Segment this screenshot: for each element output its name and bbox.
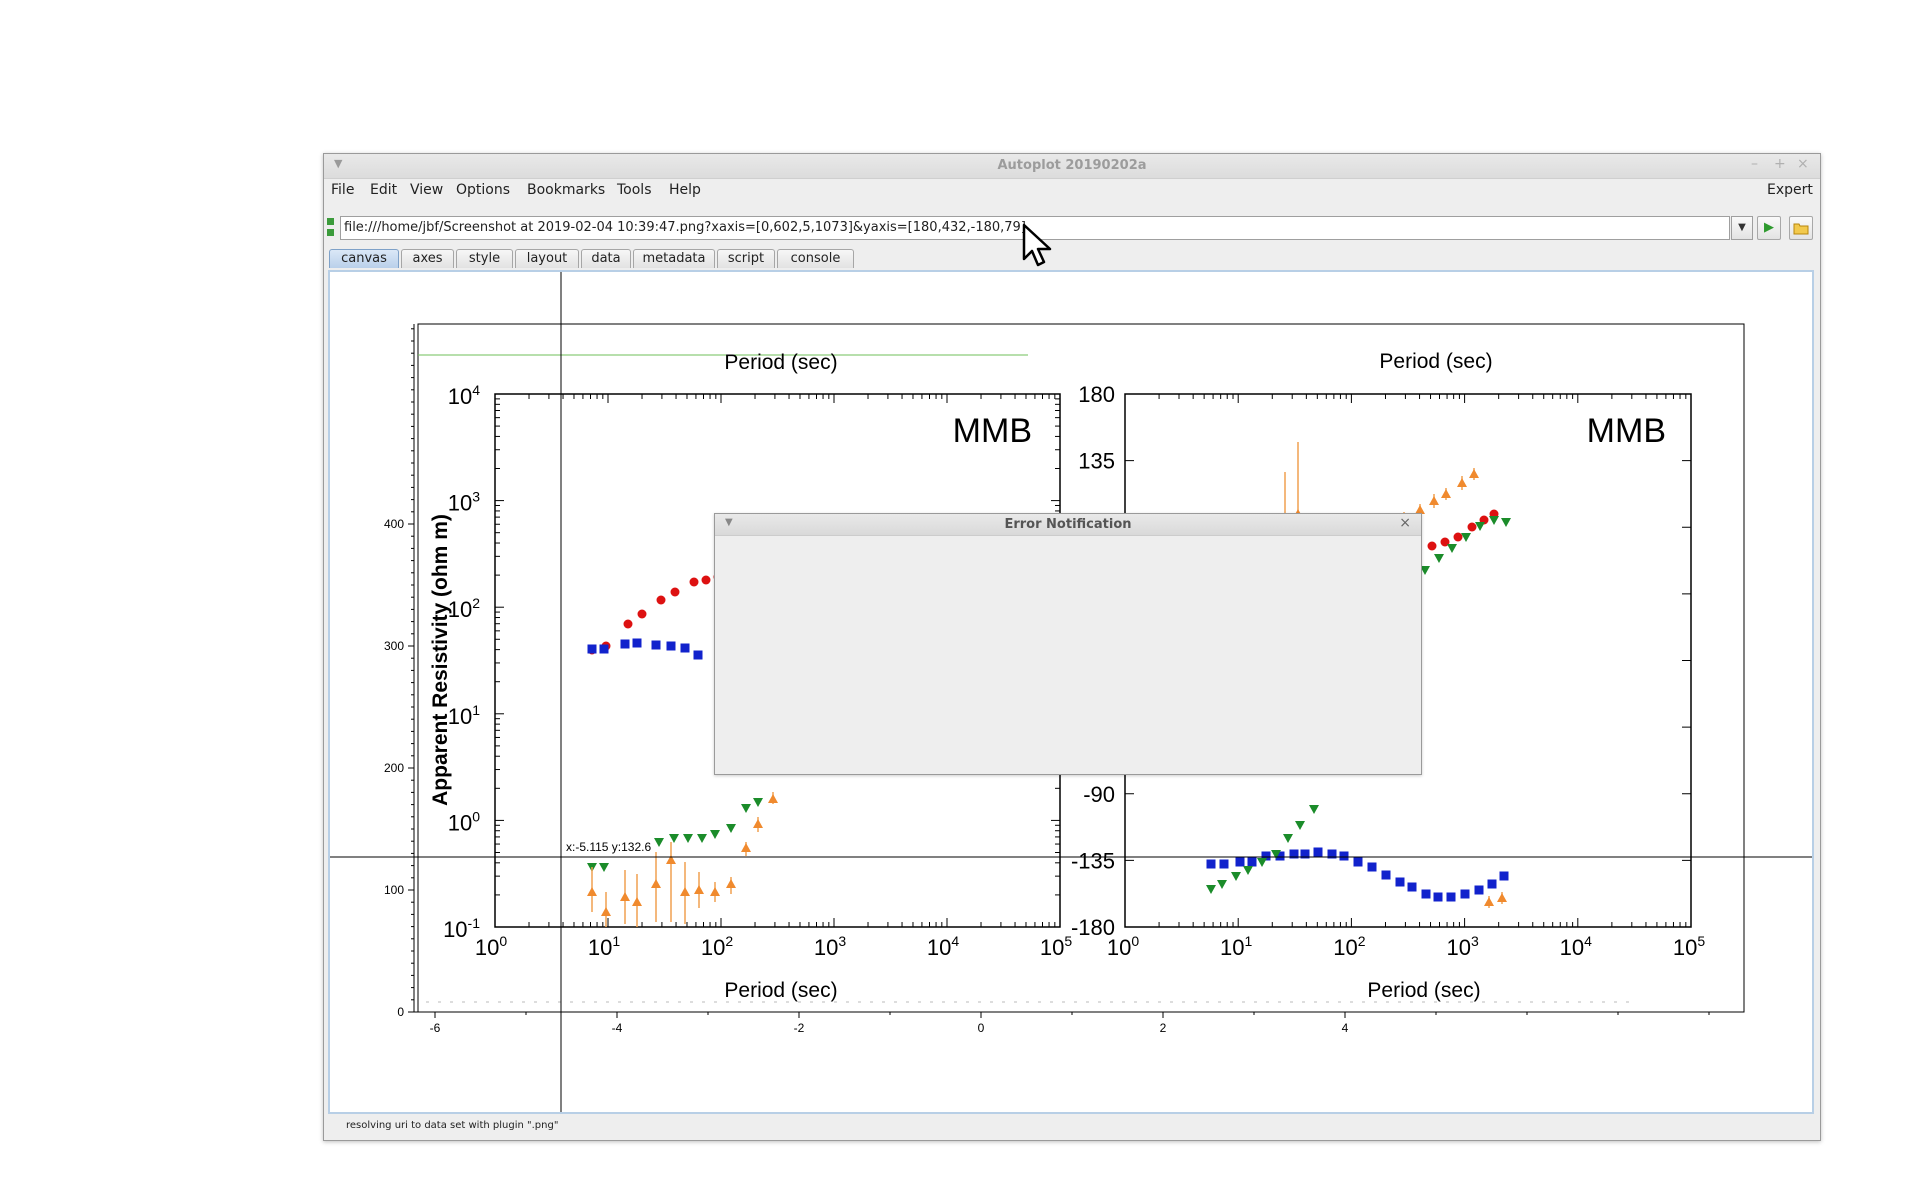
blue-point [1235,857,1245,867]
x-tick-label: 2 [1160,1021,1167,1035]
y-tick-label: 300 [384,639,404,653]
phase-label: -90 [1083,782,1115,807]
tab-style[interactable]: style [456,249,513,268]
right-top-label: Period (sec) [1379,350,1492,373]
tab-data[interactable]: data [581,249,631,268]
menu-expert[interactable]: Expert [1767,182,1813,198]
blue-point [587,644,597,654]
browse-button[interactable] [1789,216,1813,240]
blue-point [1206,859,1216,869]
menu-edit[interactable]: Edit [370,182,397,198]
red-point [670,587,680,597]
y-tick-label: 200 [384,761,404,775]
blue-point [1247,857,1257,867]
x-tick-label: 0 [978,1021,985,1035]
blue-point [1407,882,1417,892]
menu-file[interactable]: File [331,182,354,198]
red-point [637,609,647,619]
uri-history-dropdown[interactable]: ▼ [1731,216,1753,240]
blue-point [1219,859,1229,869]
folder-icon [1793,223,1809,235]
window-title: Autoplot 20190202a [997,158,1147,173]
tab-script[interactable]: script [717,249,775,268]
y-tick-label: 100 [384,883,404,897]
status-bar: resolving uri to data set with plugin ".… [346,1120,559,1131]
menu-help[interactable]: Help [669,182,701,198]
red-point [689,577,699,587]
maximize-button[interactable]: + [1774,156,1786,172]
dialog-title: Error Notification [1004,517,1132,532]
chevron-down-icon: ▼ [1738,222,1746,233]
phase-label: 180 [1078,382,1115,407]
dialog-title-bar[interactable]: ▼ Error Notification × [715,514,1421,536]
x-tick-label: -6 [430,1021,441,1035]
red-point [656,595,666,605]
menu-tools[interactable]: Tools [617,182,652,198]
blue-point [1339,851,1349,861]
menu-options[interactable]: Options [456,182,510,198]
tab-canvas[interactable]: canvas [329,249,399,268]
left-bottom-label: Period (sec) [724,979,837,1002]
blue-point [1499,871,1509,881]
crosshair-readout: x:-5.115 y:132.6 [566,840,651,854]
blue-point [680,643,690,653]
blue-point [632,638,642,648]
blue-point [1487,879,1497,889]
red-point [623,619,633,629]
y-tick-label: 400 [384,517,404,531]
go-button[interactable]: ▶ [1757,216,1781,240]
blue-point [1367,862,1377,872]
blue-point [1421,889,1431,899]
right-badge: MMB [1587,412,1666,450]
blue-point [1395,877,1405,887]
tab-console[interactable]: console [777,249,854,268]
blue-point [620,639,630,649]
blue-point [666,641,676,651]
phase-label: 135 [1078,449,1115,474]
uri-status-icon [327,218,335,238]
left-top-label: Period (sec) [724,351,837,374]
blue-point [1353,857,1363,867]
x-tick-label: -4 [612,1021,623,1035]
dialog-close-button[interactable]: × [1399,515,1411,531]
tab-layout[interactable]: layout [515,249,579,268]
red-point [701,575,711,585]
close-button[interactable]: × [1797,156,1809,172]
right-bottom-label: Period (sec) [1367,979,1480,1002]
minimize-button[interactable]: – [1751,156,1758,172]
x-tick-label: 4 [1342,1021,1349,1035]
left-ylabel: Apparent Resistivity (ohm m) [429,514,452,806]
mouse-cursor-icon [1022,223,1052,267]
blue-point [693,650,703,660]
blue-point [1446,892,1456,902]
blue-point [1433,892,1443,902]
menu-bookmarks[interactable]: Bookmarks [527,182,605,198]
phase-label: -135 [1071,848,1115,873]
left-badge: MMB [953,412,1032,450]
title-bar[interactable]: ▼ Autoplot 20190202a – + × [324,154,1820,179]
blue-point [1381,870,1391,880]
error-notification-dialog[interactable]: ▼ Error Notification × [714,513,1422,775]
tab-metadata[interactable]: metadata [633,249,715,268]
red-point [1453,532,1463,542]
blue-point [1313,847,1323,857]
blue-point [1460,889,1470,899]
x-tick-label: -2 [794,1021,805,1035]
blue-point [599,644,609,654]
menu-bar: File Edit View Options Bookmarks Tools H… [324,178,1820,202]
red-point [1427,541,1437,551]
tab-axes[interactable]: axes [401,249,454,268]
menu-view[interactable]: View [410,182,443,198]
blue-point [1474,885,1484,895]
y-tick-label: 0 [397,1005,404,1019]
red-point [1467,522,1477,532]
play-icon: ▶ [1764,220,1774,235]
blue-point [651,640,661,650]
